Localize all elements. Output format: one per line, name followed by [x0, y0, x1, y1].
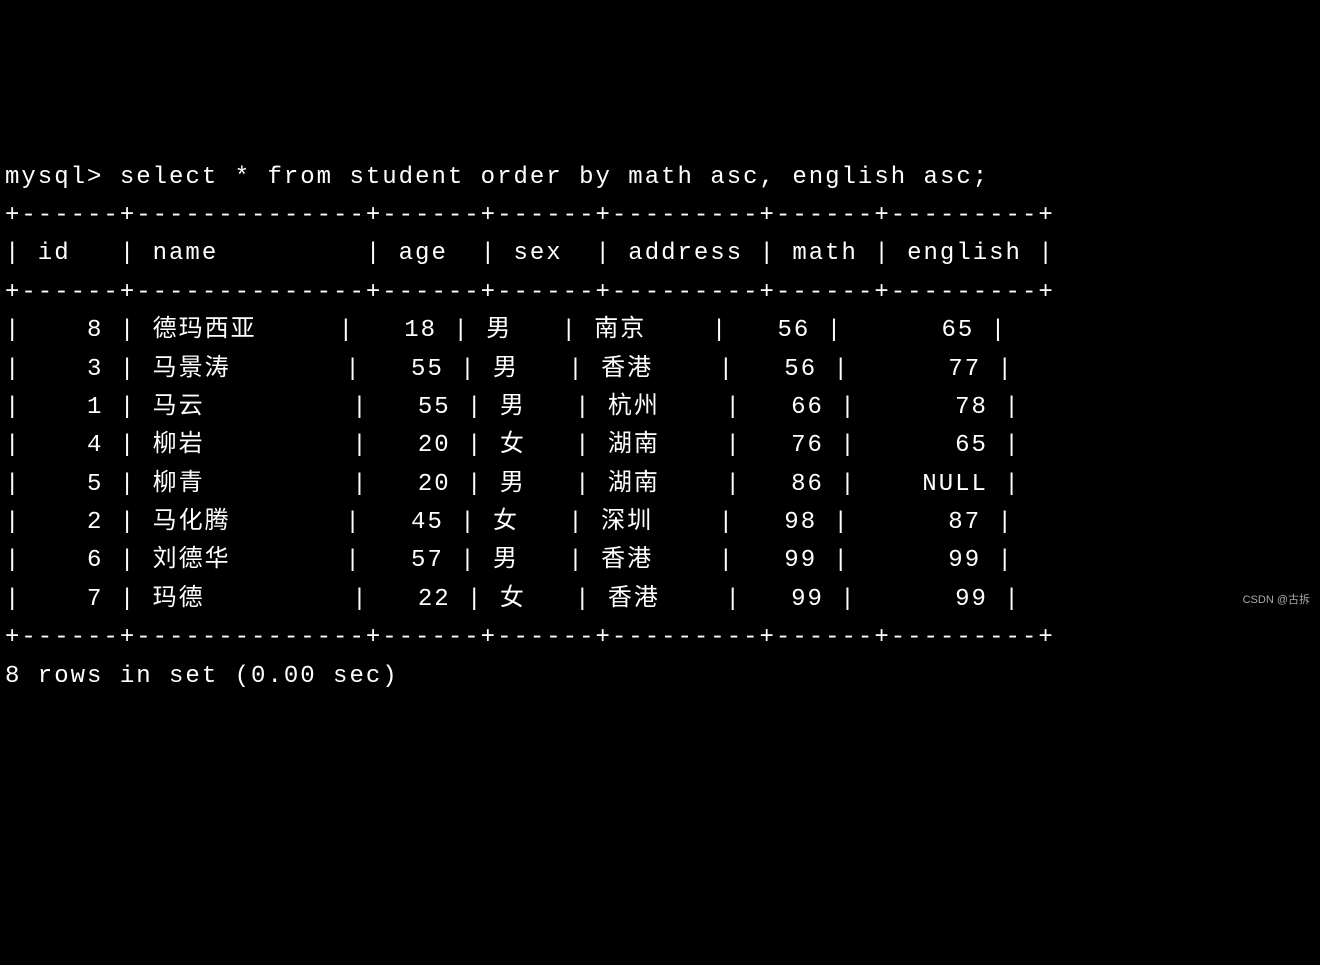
table-row: | 3 | 马景涛 | 55 | 男 | 香港 | 56 | 77 |: [5, 356, 1014, 383]
mysql-prompt: mysql>: [5, 164, 120, 191]
table-border-mid: +------+--------------+------+------+---…: [5, 279, 1055, 306]
table-border-bottom: +------+--------------+------+------+---…: [5, 624, 1055, 651]
table-row: | 8 | 德玛西亚 | 18 | 男 | 南京 | 56 | 65 |: [5, 317, 1007, 344]
table-border-top: +------+--------------+------+------+---…: [5, 202, 1055, 229]
table-row: | 5 | 柳青 | 20 | 男 | 湖南 | 86 | NULL |: [5, 471, 1021, 498]
table-row: | 4 | 柳岩 | 20 | 女 | 湖南 | 76 | 65 |: [5, 432, 1021, 459]
table-row: | 1 | 马云 | 55 | 男 | 杭州 | 66 | 78 |: [5, 394, 1021, 421]
table-header: | id | name | age | sex | address | math…: [5, 240, 1055, 267]
table-row: | 6 | 刘德华 | 57 | 男 | 香港 | 99 | 99 |: [5, 547, 1014, 574]
terminal-output: mysql> select * from student order by ma…: [5, 159, 1315, 696]
table-row: | 7 | 玛德 | 22 | 女 | 香港 | 99 | 99 |: [5, 586, 1021, 613]
table-row: | 2 | 马化腾 | 45 | 女 | 深圳 | 98 | 87 |: [5, 509, 1014, 536]
sql-query: select * from student order by math asc,…: [120, 164, 989, 191]
watermark: CSDN @古拆: [1243, 592, 1310, 610]
result-footer: 8 rows in set (0.00 sec): [5, 663, 399, 690]
